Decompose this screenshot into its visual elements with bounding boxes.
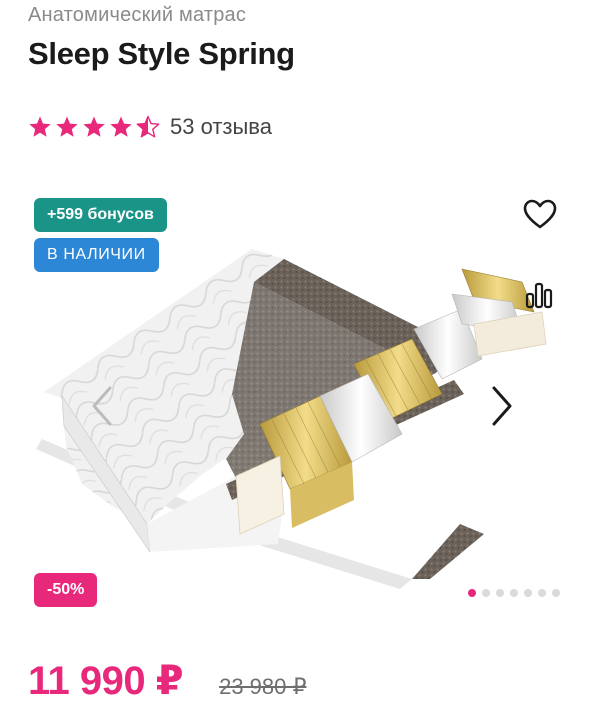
slide-dot[interactable] xyxy=(496,589,504,597)
star-icon xyxy=(83,116,105,137)
reviews-link[interactable]: 53 отзыва xyxy=(170,114,272,140)
slide-dot[interactable] xyxy=(552,589,560,597)
slide-dots xyxy=(468,589,560,597)
slide-dot[interactable] xyxy=(538,589,546,597)
star-icon xyxy=(110,116,132,137)
heart-icon[interactable] xyxy=(522,198,558,230)
star-half-icon xyxy=(136,115,160,138)
discount-badge: -50% xyxy=(34,573,98,607)
product-title: Sleep Style Spring xyxy=(28,36,295,71)
slide-dot[interactable] xyxy=(510,589,518,597)
compare-chart-icon[interactable] xyxy=(524,280,554,310)
product-gallery[interactable]: +599 бонусов В НАЛИЧИИ -50% xyxy=(22,184,586,624)
rating-stars xyxy=(28,115,160,139)
rating-row: 53 отзыва xyxy=(28,112,272,142)
chevron-right-icon[interactable] xyxy=(486,384,516,428)
in-stock-badge: В НАЛИЧИИ xyxy=(34,238,159,272)
star-icon xyxy=(29,116,51,137)
slide-dot-active[interactable] xyxy=(468,589,476,597)
slide-dot[interactable] xyxy=(482,589,490,597)
current-price: 11 990 ₽ xyxy=(28,659,184,703)
price-row: 11 990 ₽ 23 980 ₽ xyxy=(28,658,307,704)
slide-dot[interactable] xyxy=(524,589,532,597)
product-category: Анатомический матрас xyxy=(28,4,247,26)
chevron-left-icon[interactable] xyxy=(88,384,118,428)
old-price: 23 980 ₽ xyxy=(219,674,307,699)
bonus-badge: +599 бонусов xyxy=(34,198,167,232)
star-icon xyxy=(56,116,78,137)
